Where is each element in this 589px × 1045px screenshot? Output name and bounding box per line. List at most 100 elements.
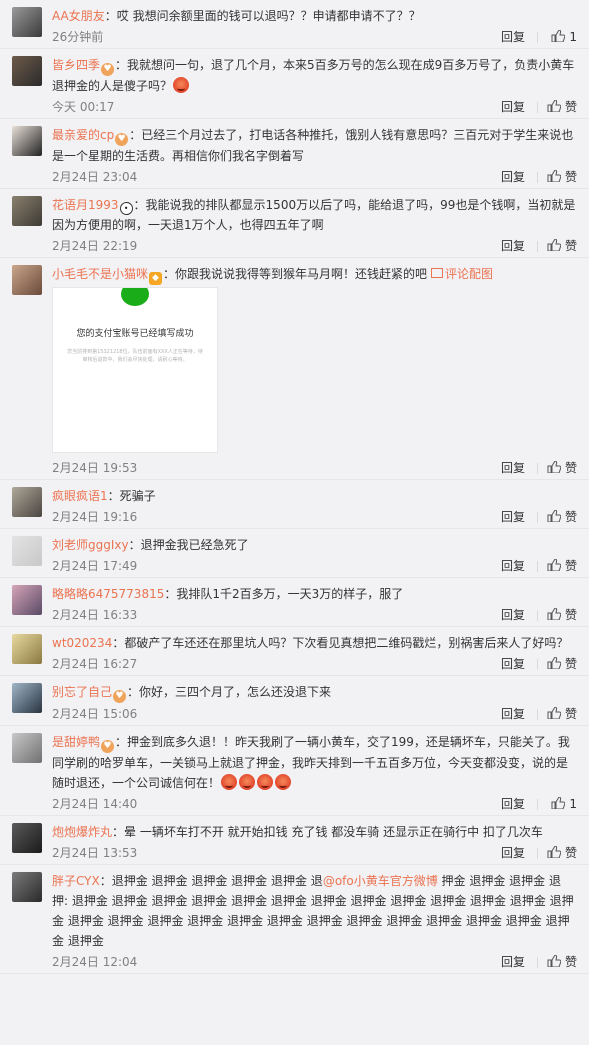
avatar[interactable] xyxy=(12,7,42,37)
like-button[interactable]: 赞 xyxy=(547,555,577,577)
comment-text: 疯眼疯语1：死骗子 xyxy=(52,486,577,506)
divider xyxy=(537,463,538,474)
divider xyxy=(537,32,538,43)
username-link[interactable]: 最亲爱的cp xyxy=(52,128,114,142)
avatar[interactable] xyxy=(12,126,42,156)
like-button[interactable]: 赞 xyxy=(547,506,577,528)
comment-item: 别忘了自己 ♥ ：你好，三四个月了，怎么还没退下来 2月24日 15:06 回复 赞 xyxy=(0,676,589,726)
comment-text: 别忘了自己 ♥ ：你好，三四个月了，怎么还没退下来 xyxy=(52,682,577,703)
comment-body: ：你跟我说说我得等到猴年马月啊！还钱赶紧的吧 xyxy=(163,267,428,281)
like-button[interactable]: 赞 xyxy=(547,457,577,479)
reply-button[interactable]: 回复 xyxy=(501,951,525,973)
like-label: 赞 xyxy=(564,608,577,622)
comment-item: 略略略6475773815：我排队1千2百多万，一天3万的样子，服了 2月24日 … xyxy=(0,578,589,627)
reply-button[interactable]: 回复 xyxy=(501,235,525,257)
comment-meta: 2月24日 17:49 回复 赞 xyxy=(52,555,577,577)
thumbs-up-icon xyxy=(547,605,562,621)
like-button[interactable]: 赞 xyxy=(547,951,577,973)
member-badge-icon: ♥ xyxy=(115,133,129,146)
username-link[interactable]: 胖子CYX xyxy=(52,874,100,888)
like-count: 1 xyxy=(569,30,577,44)
like-button[interactable]: 赞 xyxy=(547,166,577,188)
avatar[interactable] xyxy=(12,683,42,713)
username-link[interactable]: 略略略6475773815 xyxy=(52,587,164,601)
divider xyxy=(537,799,538,810)
divider xyxy=(537,172,538,183)
like-button[interactable]: 1 xyxy=(551,793,577,815)
like-button[interactable]: 赞 xyxy=(547,235,577,257)
username-link[interactable]: 刘老师gggIxy xyxy=(52,538,129,552)
comment-item: 皆乡四季 ♥ ：我就想问一句，退了几个月，本来5百多万号的怎么现在成9百多万号了，负… xyxy=(0,49,589,119)
comment-meta: 2月24日 15:06 回复 赞 xyxy=(52,703,577,725)
reply-button[interactable]: 回复 xyxy=(501,457,525,479)
username-link[interactable]: 别忘了自己 xyxy=(52,685,112,699)
timestamp: 2月24日 12:04 xyxy=(52,955,138,969)
username-link[interactable]: 炮炮爆炸丸 xyxy=(52,825,112,839)
like-button[interactable]: 赞 xyxy=(547,842,577,864)
thumbs-up-icon xyxy=(547,236,562,252)
thumbs-up-icon xyxy=(547,97,562,113)
username-link[interactable]: wt020234 xyxy=(52,636,112,650)
thumbs-up-icon xyxy=(547,843,562,859)
timestamp: 2月24日 23:04 xyxy=(52,170,138,184)
comment-body: ：你好，三四个月了，怎么还没退下来 xyxy=(127,685,332,699)
reply-button[interactable]: 回复 xyxy=(501,555,525,577)
avatar[interactable] xyxy=(12,487,42,517)
reply-button[interactable]: 回复 xyxy=(501,506,525,528)
username-link[interactable]: 是甜婷鸭 xyxy=(52,735,100,749)
avatar[interactable] xyxy=(12,733,42,763)
reply-button[interactable]: 回复 xyxy=(501,604,525,626)
reply-button[interactable]: 回复 xyxy=(501,793,525,815)
reply-button[interactable]: 回复 xyxy=(501,842,525,864)
comment-body: ：退押金我已经急死了 xyxy=(128,538,249,552)
comment-item: 胖子CYX：退押金 退押金 退押金 退押金 退押金 退@ofo小黄车官方微博 押… xyxy=(0,865,589,974)
comment-body: ：都破产了车还还在那里坑人吗？下次看见真想把二维码戳烂，别祸害后来人了好吗？ xyxy=(112,636,569,650)
username-link[interactable]: 小毛毛不是小猫咪 xyxy=(52,267,148,281)
picture-icon xyxy=(431,268,444,278)
timestamp: 今天 00:17 xyxy=(52,100,115,114)
like-button[interactable]: 1 xyxy=(551,26,577,48)
avatar[interactable] xyxy=(12,872,42,902)
like-label: 赞 xyxy=(564,170,577,184)
reply-button[interactable]: 回复 xyxy=(501,703,525,725)
avatar[interactable] xyxy=(12,196,42,226)
reply-button[interactable]: 回复 xyxy=(501,96,525,118)
comment-list: AA女朋友：哎 我想问余额里面的钱可以退吗？？申请都申请不了？？ 26分钟前 回复 1… xyxy=(0,0,589,974)
username-link[interactable]: AA女朋友 xyxy=(52,9,105,23)
mention-link[interactable]: @ofo小黄车官方微博 xyxy=(323,874,438,888)
username-link[interactable]: 疯眼疯语1 xyxy=(52,489,108,503)
divider xyxy=(537,957,538,968)
like-button[interactable]: 赞 xyxy=(547,703,577,725)
avatar[interactable] xyxy=(12,265,42,295)
comment-text: 花语月1993 • ：我能说我的排队都显示1500万以后了吗，能给退了吗，99也是个… xyxy=(52,195,577,235)
angry-face-emoji xyxy=(257,774,274,790)
reply-button[interactable]: 回复 xyxy=(501,653,525,675)
avatar[interactable] xyxy=(12,823,42,853)
like-button[interactable]: 赞 xyxy=(547,653,577,675)
username-link[interactable]: 皆乡四季 xyxy=(52,58,100,72)
like-button[interactable]: 赞 xyxy=(547,604,577,626)
avatar[interactable] xyxy=(12,585,42,615)
timestamp: 2月24日 16:27 xyxy=(52,657,138,671)
reply-button[interactable]: 回复 xyxy=(501,26,525,48)
thumbs-up-icon xyxy=(551,794,566,810)
comment-picture-link[interactable]: 评论配图 xyxy=(431,267,493,281)
comment-body: ：我就想问一句，退了几个月，本来5百多万号的怎么现在成9百多万号了，负责小黄车退… xyxy=(52,58,575,93)
avatar[interactable] xyxy=(12,634,42,664)
comment-text: 皆乡四季 ♥ ：我就想问一句，退了几个月，本来5百多万号的怎么现在成9百多万号了，负… xyxy=(52,55,577,96)
timestamp: 26分钟前 xyxy=(52,30,104,44)
like-label: 赞 xyxy=(564,707,577,721)
reply-button[interactable]: 回复 xyxy=(501,166,525,188)
divider xyxy=(537,610,538,621)
comment-image[interactable]: 您的支付宝账号已经填写成功 您当前排到第15321218位，队伍前面有XXX人正在… xyxy=(52,287,218,453)
username-link[interactable]: 花语月1993 xyxy=(52,198,119,212)
like-button[interactable]: 赞 xyxy=(547,96,577,118)
avatar[interactable] xyxy=(12,56,42,86)
comment-meta: 2月24日 22:19 回复 赞 xyxy=(52,235,577,257)
avatar[interactable] xyxy=(12,536,42,566)
comment-body: ：哎 我想问余额里面的钱可以退吗？？申请都申请不了？？ xyxy=(104,9,421,23)
timestamp: 2月24日 14:40 xyxy=(52,797,138,811)
comment-meta: 2月24日 16:27 回复 赞 xyxy=(52,653,577,675)
thumbs-up-icon xyxy=(547,167,562,183)
image-body: 您当前排到第15321218位，队伍前面有XXX人正在等待，待审核后退款中，我们… xyxy=(67,349,203,363)
